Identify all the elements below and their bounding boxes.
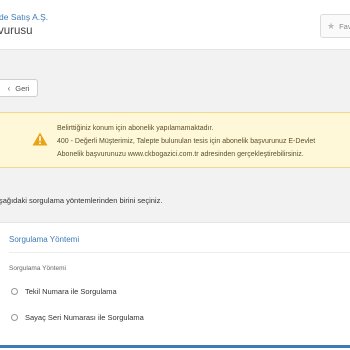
divider	[9, 252, 350, 253]
radio-option-label: Sayaç Seri Numarası ile Sorgulama	[25, 312, 144, 322]
radio-button[interactable]	[11, 313, 18, 321]
alert-line-3: Abonelik başvurunuzu www.ckbogazici.com.…	[57, 151, 304, 158]
card-title: Sorgulama Yöntemi	[9, 235, 80, 244]
radio-option-meter-serial[interactable]: Sayaç Seri Numarası ile Sorgulama	[11, 311, 144, 323]
service-title: vurusu	[0, 25, 33, 37]
radio-option-single-number[interactable]: Tekil Numara ile Sorgulama	[11, 285, 117, 297]
radio-option-label: Tekil Numara ile Sorgulama	[25, 286, 117, 296]
chevron-left-icon: ‹	[7, 83, 11, 93]
favorite-button[interactable]: ★ Fav	[320, 14, 350, 38]
page-header: de Satış A.Ş. vurusu ★ Fav	[0, 0, 350, 50]
field-label: Sorgulama Yöntemi	[9, 265, 66, 272]
favorite-label: Fav	[339, 21, 350, 31]
back-button[interactable]: ‹ Geri	[0, 79, 38, 97]
warning-alert: Belirttiğiniz konum için abonelik yapıla…	[0, 112, 350, 168]
alert-line-2: 400 - Değerli Müşterimiz, Talepte bulunu…	[57, 138, 316, 145]
instruction-text: şağıdaki sorgulama yöntemlerinden birini…	[0, 196, 163, 205]
bottom-accent-bar	[0, 345, 350, 348]
alert-line-1: Belirttiğiniz konum için abonelik yapıla…	[57, 125, 214, 132]
radio-button[interactable]	[11, 287, 18, 295]
warning-icon	[32, 132, 48, 146]
back-button-label: Geri	[15, 83, 30, 93]
query-method-card: Sorgulama Yöntemi Sorgulama Yöntemi Teki…	[0, 222, 350, 350]
institution-name: de Satış A.Ş.	[0, 12, 49, 22]
star-icon: ★	[327, 20, 336, 31]
